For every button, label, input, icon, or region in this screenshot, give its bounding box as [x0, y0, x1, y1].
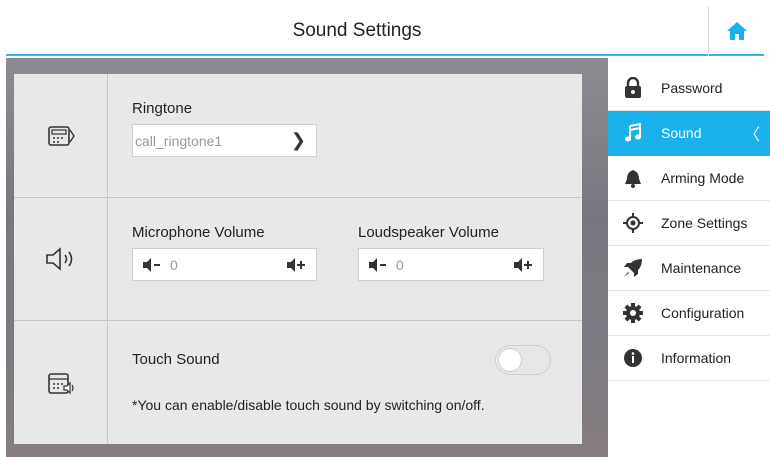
sidebar-item-maintenance[interactable]: Maintenance — [608, 246, 770, 291]
home-icon — [726, 22, 747, 40]
microphone-volume-value: 0 — [170, 256, 178, 273]
volume-up-button[interactable] — [513, 257, 533, 276]
sidebar-item-label: Zone Settings — [661, 215, 748, 231]
volume-row-icon-cell — [14, 198, 108, 320]
sidebar: Password Sound 〈 Arming Mode Zone Settin… — [608, 58, 770, 457]
sidebar-item-arming-mode[interactable]: Arming Mode — [608, 156, 770, 201]
touch-sound-row-icon-cell — [14, 321, 108, 444]
touch-sound-note: *You can enable/disable touch sound by s… — [132, 397, 485, 413]
volume-row: Microphone Volume 0 Loudspeaker Volume 0 — [14, 198, 582, 321]
microphone-volume-label: Microphone Volume — [132, 224, 265, 241]
ringtone-label: Ringtone — [132, 100, 193, 117]
page-title: Sound Settings — [292, 20, 422, 41]
lock-icon — [608, 77, 658, 99]
music-note-icon — [608, 123, 658, 143]
crosshair-icon — [608, 213, 658, 233]
volume-up-icon — [287, 258, 305, 272]
speaker-icon — [45, 247, 72, 271]
sidebar-item-label: Configuration — [661, 305, 745, 321]
sidebar-item-label: Arming Mode — [661, 170, 745, 186]
touch-sound-label: Touch Sound — [132, 351, 220, 368]
ringtone-select[interactable]: call_ringtone1 ❯ — [132, 124, 317, 157]
volume-down-button[interactable] — [142, 257, 162, 273]
touch-sound-toggle[interactable] — [495, 345, 551, 375]
sidebar-item-label: Password — [661, 80, 723, 96]
gear-icon — [608, 303, 658, 323]
keypad-sound-icon — [47, 372, 74, 394]
loudspeaker-volume-value: 0 — [396, 256, 404, 273]
sidebar-item-information[interactable]: Information — [608, 336, 770, 381]
sidebar-item-sound[interactable]: Sound 〈 — [608, 111, 770, 156]
touch-sound-row: Touch Sound *You can enable/disable touc… — [14, 321, 582, 444]
sidebar-item-configuration[interactable]: Configuration — [608, 291, 770, 336]
volume-up-icon — [514, 258, 532, 272]
bell-icon — [608, 168, 658, 188]
home-button[interactable] — [708, 6, 764, 56]
chevron-right-icon: ❯ — [290, 130, 306, 150]
ringtone-row-icon-cell — [14, 74, 108, 197]
rocket-icon — [608, 257, 658, 279]
sidebar-item-zone-settings[interactable]: Zone Settings — [608, 201, 770, 246]
loudspeaker-volume-label: Loudspeaker Volume — [358, 224, 499, 241]
title-bar: Sound Settings — [6, 6, 764, 56]
volume-down-button[interactable] — [368, 257, 388, 273]
ringtone-row: Ringtone call_ringtone1 ❯ — [14, 74, 582, 198]
volume-down-icon — [369, 257, 386, 272]
settings-panel: Ringtone call_ringtone1 ❯ Microphone Vol… — [14, 74, 582, 444]
sidebar-item-label: Information — [661, 350, 732, 366]
ringtone-value: call_ringtone1 — [135, 132, 223, 149]
chevron-left-icon: 〈 — [743, 127, 760, 144]
toggle-knob — [498, 348, 522, 372]
sidebar-item-label: Sound — [661, 125, 702, 141]
volume-up-button[interactable] — [286, 257, 306, 276]
phone-ringtone-icon — [47, 125, 75, 146]
microphone-volume-stepper: 0 — [132, 248, 317, 281]
loudspeaker-volume-stepper: 0 — [358, 248, 544, 281]
volume-down-icon — [143, 257, 160, 272]
info-icon — [608, 348, 658, 368]
sidebar-item-password[interactable]: Password — [608, 66, 770, 111]
sidebar-item-label: Maintenance — [661, 260, 742, 276]
